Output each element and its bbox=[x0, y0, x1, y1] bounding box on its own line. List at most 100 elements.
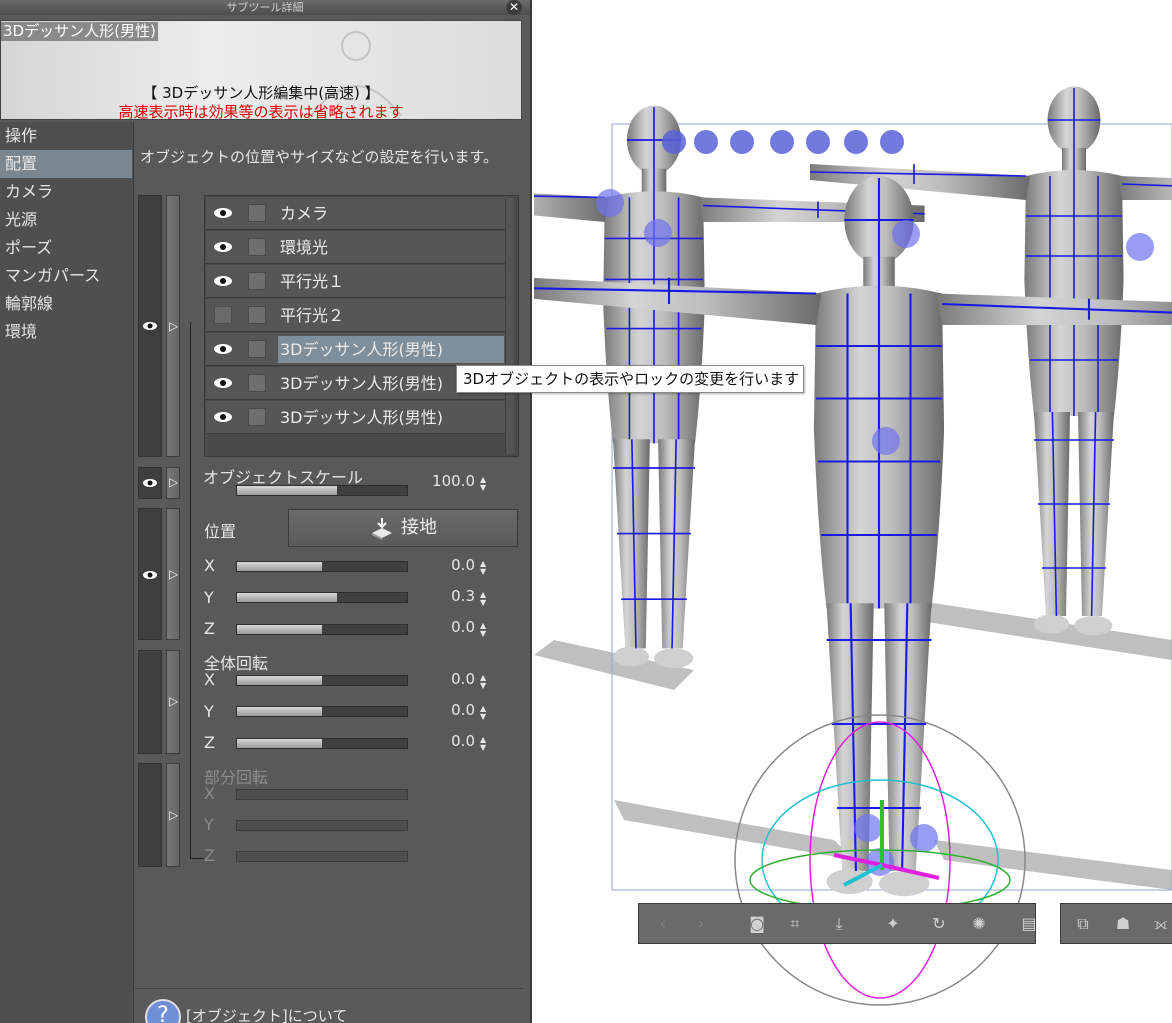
eye-icon[interactable] bbox=[212, 375, 234, 391]
lock-checkbox[interactable] bbox=[248, 408, 266, 426]
register-icon[interactable]: ⧉ bbox=[1069, 910, 1097, 938]
category-pose[interactable]: ポーズ bbox=[0, 234, 132, 262]
tool-preview: 3Dデッサン人形(男性) 【 3Dデッサン人形編集中(高速) 】 高速表示時は効… bbox=[0, 20, 522, 121]
spin-arrows-icon[interactable]: ▲ ▼ bbox=[480, 736, 486, 752]
spin-arrows-icon[interactable]: ▲ ▼ bbox=[480, 591, 486, 607]
camera-icon[interactable]: ◙ bbox=[743, 910, 771, 938]
spin-arrows-icon[interactable]: ▲ ▼ bbox=[480, 674, 486, 690]
category-list: 操作 配置 カメラ 光源 ポーズ マンガパース 輪郭線 環境 bbox=[0, 122, 134, 1023]
position-x-slider[interactable] bbox=[236, 561, 408, 572]
position-y-value[interactable]: 0.3 bbox=[405, 587, 475, 605]
spin-arrows-icon[interactable]: ▲ ▼ bbox=[480, 622, 486, 638]
object-row[interactable]: 平行光２ bbox=[206, 299, 506, 332]
3d-scene[interactable] bbox=[534, 0, 1172, 1023]
ground-button[interactable]: 接地 bbox=[288, 509, 518, 547]
object-row[interactable]: 平行光１ bbox=[206, 265, 506, 298]
category-camera[interactable]: カメラ bbox=[0, 178, 132, 206]
object-name: 平行光２ bbox=[280, 306, 345, 325]
eye-icon[interactable] bbox=[142, 320, 158, 332]
body-shape-icon[interactable]: ☗ bbox=[1109, 910, 1137, 938]
eye-icon[interactable] bbox=[212, 239, 234, 255]
rotation-z-slider[interactable] bbox=[236, 738, 408, 749]
rotate-icon[interactable]: ↻ bbox=[925, 910, 953, 938]
scale-value[interactable]: 100.0 bbox=[405, 472, 475, 490]
expand-arrow-icon[interactable]: ▷ bbox=[169, 319, 178, 333]
lock-checkbox[interactable] bbox=[248, 374, 266, 392]
rotation-z-value[interactable]: 0.0 bbox=[405, 732, 475, 750]
partial-rotation-x-slider bbox=[236, 789, 408, 800]
expand-arrow-icon[interactable]: ▷ bbox=[169, 567, 178, 581]
fit-icon[interactable]: ⌗ bbox=[781, 910, 809, 938]
position-z-value[interactable]: 0.0 bbox=[405, 618, 475, 636]
rotation-gutter bbox=[138, 650, 162, 754]
category-outline[interactable]: 輪郭線 bbox=[0, 290, 132, 318]
pose-icon[interactable]: ✦ bbox=[879, 910, 907, 938]
category-light-source[interactable]: 光源 bbox=[0, 206, 132, 234]
close-icon[interactable]: ✕ bbox=[506, 0, 522, 15]
partial-rotation-y-label: Y bbox=[204, 815, 214, 834]
rotation-y-value[interactable]: 0.0 bbox=[405, 701, 475, 719]
eye-icon[interactable] bbox=[212, 273, 234, 289]
object-manipulator-toolbar[interactable] bbox=[662, 130, 904, 154]
object-row-selected[interactable]: 3Dデッサン人形(男性) bbox=[206, 333, 506, 366]
object-list-scrollbar[interactable] bbox=[505, 198, 514, 454]
reset-icon[interactable]: ✺ bbox=[965, 910, 993, 938]
preview-status: 【 3Dデッサン人形編集中(高速) 】 bbox=[142, 84, 380, 102]
lock-checkbox[interactable] bbox=[248, 340, 266, 358]
position-label: 位置 bbox=[204, 522, 237, 541]
slider-fill bbox=[237, 562, 322, 571]
object-name: 3Dデッサン人形(男性) bbox=[280, 408, 443, 427]
visibility-checkbox[interactable] bbox=[214, 306, 232, 324]
lock-checkbox[interactable] bbox=[248, 306, 266, 324]
object-name: 環境光 bbox=[280, 238, 329, 257]
object-name: 3Dデッサン人形(男性) bbox=[280, 374, 443, 393]
rotation-x-slider[interactable] bbox=[236, 675, 408, 686]
eye-icon[interactable] bbox=[212, 409, 234, 425]
expand-arrow-icon[interactable]: ▷ bbox=[169, 808, 178, 822]
category-environment[interactable]: 環境 bbox=[0, 318, 132, 346]
object-list: カメラ 環境光 平行光１ 平行光２ 3Dデッサン人形(男性) 3Dデッサン人形(… bbox=[204, 195, 519, 457]
position-z-slider[interactable] bbox=[236, 624, 408, 635]
spin-arrows-icon[interactable]: ▲ ▼ bbox=[480, 705, 486, 721]
category-operation[interactable]: 操作 bbox=[0, 122, 132, 150]
help-link[interactable]: [オブジェクト]について bbox=[186, 1005, 347, 1023]
help-bar: ? [オブジェクト]について bbox=[135, 988, 523, 1023]
partial-rotation-gutter bbox=[138, 763, 162, 867]
eye-icon[interactable] bbox=[212, 205, 234, 221]
eye-icon[interactable] bbox=[142, 569, 158, 581]
spin-arrows-icon[interactable]: ▲ ▼ bbox=[480, 476, 486, 492]
previous-icon[interactable]: ‹ bbox=[649, 910, 677, 938]
slider-fill bbox=[237, 676, 322, 685]
ground-object-icon[interactable]: ⤓ bbox=[825, 910, 853, 938]
bone-icon[interactable]: ⟗ bbox=[1147, 910, 1172, 938]
object-row[interactable]: 3Dデッサン人形(男性) bbox=[206, 401, 506, 434]
expand-arrow-icon[interactable]: ▷ bbox=[169, 475, 178, 489]
expand-arrow-icon[interactable]: ▷ bbox=[169, 694, 178, 708]
3d-viewport[interactable]: ‹ › ◙ ⌗ ⤓ ✦ ↻ ✺ ▤ ⧉ ☗ ⟗ bbox=[534, 0, 1172, 1023]
lock-checkbox[interactable] bbox=[248, 204, 266, 222]
save-pose-icon[interactable]: ▤ bbox=[1015, 910, 1043, 938]
partial-rotation-x-label: X bbox=[204, 784, 215, 803]
position-y-label: Y bbox=[204, 588, 214, 607]
help-icon[interactable]: ? bbox=[145, 999, 181, 1023]
category-placement[interactable]: 配置 bbox=[0, 150, 132, 178]
position-y-slider[interactable] bbox=[236, 592, 408, 603]
next-icon[interactable]: › bbox=[687, 910, 715, 938]
category-description: オブジェクトの位置やサイズなどの設定を行います。 bbox=[140, 148, 499, 166]
partial-rotation-z-label: Z bbox=[204, 846, 215, 865]
position-x-value[interactable]: 0.0 bbox=[405, 556, 475, 574]
rotation-x-value[interactable]: 0.0 bbox=[405, 670, 475, 688]
object-name: カメラ bbox=[280, 204, 329, 223]
scale-slider[interactable] bbox=[236, 485, 408, 496]
ground-icon bbox=[372, 518, 392, 540]
eye-icon[interactable] bbox=[142, 477, 158, 489]
panel-titlebar[interactable]: サブツール詳細 ✕ bbox=[0, 0, 530, 15]
object-row[interactable]: 環境光 bbox=[206, 231, 506, 264]
lock-checkbox[interactable] bbox=[248, 238, 266, 256]
object-row[interactable]: カメラ bbox=[206, 197, 506, 230]
spin-arrows-icon[interactable]: ▲ ▼ bbox=[480, 560, 486, 576]
eye-icon[interactable] bbox=[212, 341, 234, 357]
lock-checkbox[interactable] bbox=[248, 272, 266, 290]
rotation-y-slider[interactable] bbox=[236, 706, 408, 717]
category-manga-perspective[interactable]: マンガパース bbox=[0, 262, 132, 290]
